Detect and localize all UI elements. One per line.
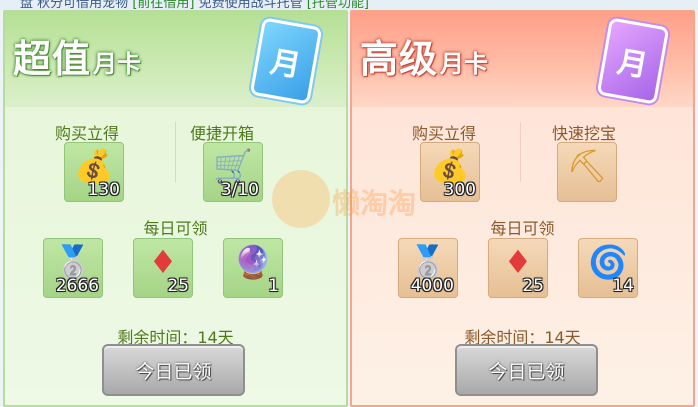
premium-card-emblem-icon: 月 <box>596 17 670 105</box>
basic-card-emblem-glyph: 月 <box>267 44 304 85</box>
item-qty: 14 <box>612 276 634 296</box>
item-qty: 130 <box>87 180 120 200</box>
basic-claimed-button[interactable]: 今日已领 <box>102 344 245 396</box>
premium-instant-label: 购买立得 <box>412 124 477 143</box>
watermark-text: 懒淘淘 <box>332 187 417 220</box>
basic-instant-label: 购买立得 <box>55 124 120 143</box>
basic-daily-item[interactable]: ♦ 25 <box>133 238 193 298</box>
basic-title-sub: 月卡 <box>93 49 142 78</box>
premium-card-emblem-glyph: 月 <box>614 44 651 85</box>
notice-text-a: 秋分可借用宠物 <box>37 0 129 10</box>
top-notice-bar: 盘 秋分可借用宠物 [前往借用] 免费使用战斗托管 [托管功能] <box>0 0 698 10</box>
premium-quick-label: 快速挖宝 <box>552 124 617 143</box>
watermark-mascot-icon <box>272 170 330 228</box>
item-qty: 1 <box>268 276 279 296</box>
basic-card-header: 超值月卡 月 <box>5 12 346 107</box>
basic-divider <box>175 122 176 182</box>
top-notice-text: 盘 秋分可借用宠物 [前往借用] 免费使用战斗托管 [托管功能] <box>20 0 369 10</box>
basic-card-title: 超值月卡 <box>13 28 141 83</box>
item-qty: 2666 <box>55 276 99 296</box>
notice-text-b: 免费使用战斗托管 <box>198 0 303 10</box>
basic-quick-label: 便捷开箱 <box>190 124 255 143</box>
borrow-pet-link[interactable]: [前往借用] <box>132 0 194 10</box>
watermark-logo: 懒淘淘 <box>272 170 452 230</box>
item-qty: 3/10 <box>220 180 259 200</box>
shovel-icon: ⛏ <box>566 147 608 185</box>
premium-daily-item[interactable]: ♦ 25 <box>488 238 548 298</box>
premium-daily-item[interactable]: 🌀 14 <box>578 238 638 298</box>
premium-title-sub: 月卡 <box>440 49 489 78</box>
premium-daily-item[interactable]: 🥈 4000 <box>398 238 458 298</box>
basic-card-emblem-icon: 月 <box>249 17 323 105</box>
item-qty: 25 <box>167 276 189 296</box>
notice-prefix: 盘 <box>20 0 34 10</box>
premium-card-header: 高级月卡 月 <box>352 12 693 107</box>
basic-daily-item[interactable]: 🥈 2666 <box>43 238 103 298</box>
premium-title-main: 高级 <box>360 36 439 81</box>
item-qty: 25 <box>522 276 544 296</box>
premium-claimed-button[interactable]: 今日已领 <box>455 344 598 396</box>
item-qty: 4000 <box>410 276 454 296</box>
auto-battle-link[interactable]: [托管功能] <box>307 0 369 10</box>
basic-title-main: 超值 <box>13 36 92 81</box>
premium-divider <box>520 122 521 182</box>
basic-quick-item[interactable]: 🛒 3/10 <box>203 142 263 202</box>
basic-daily-item[interactable]: 🔮 1 <box>223 238 283 298</box>
basic-instant-item[interactable]: 💰 130 <box>64 142 124 202</box>
premium-quick-item[interactable]: ⛏ <box>557 142 617 202</box>
premium-card-title: 高级月卡 <box>360 28 488 83</box>
